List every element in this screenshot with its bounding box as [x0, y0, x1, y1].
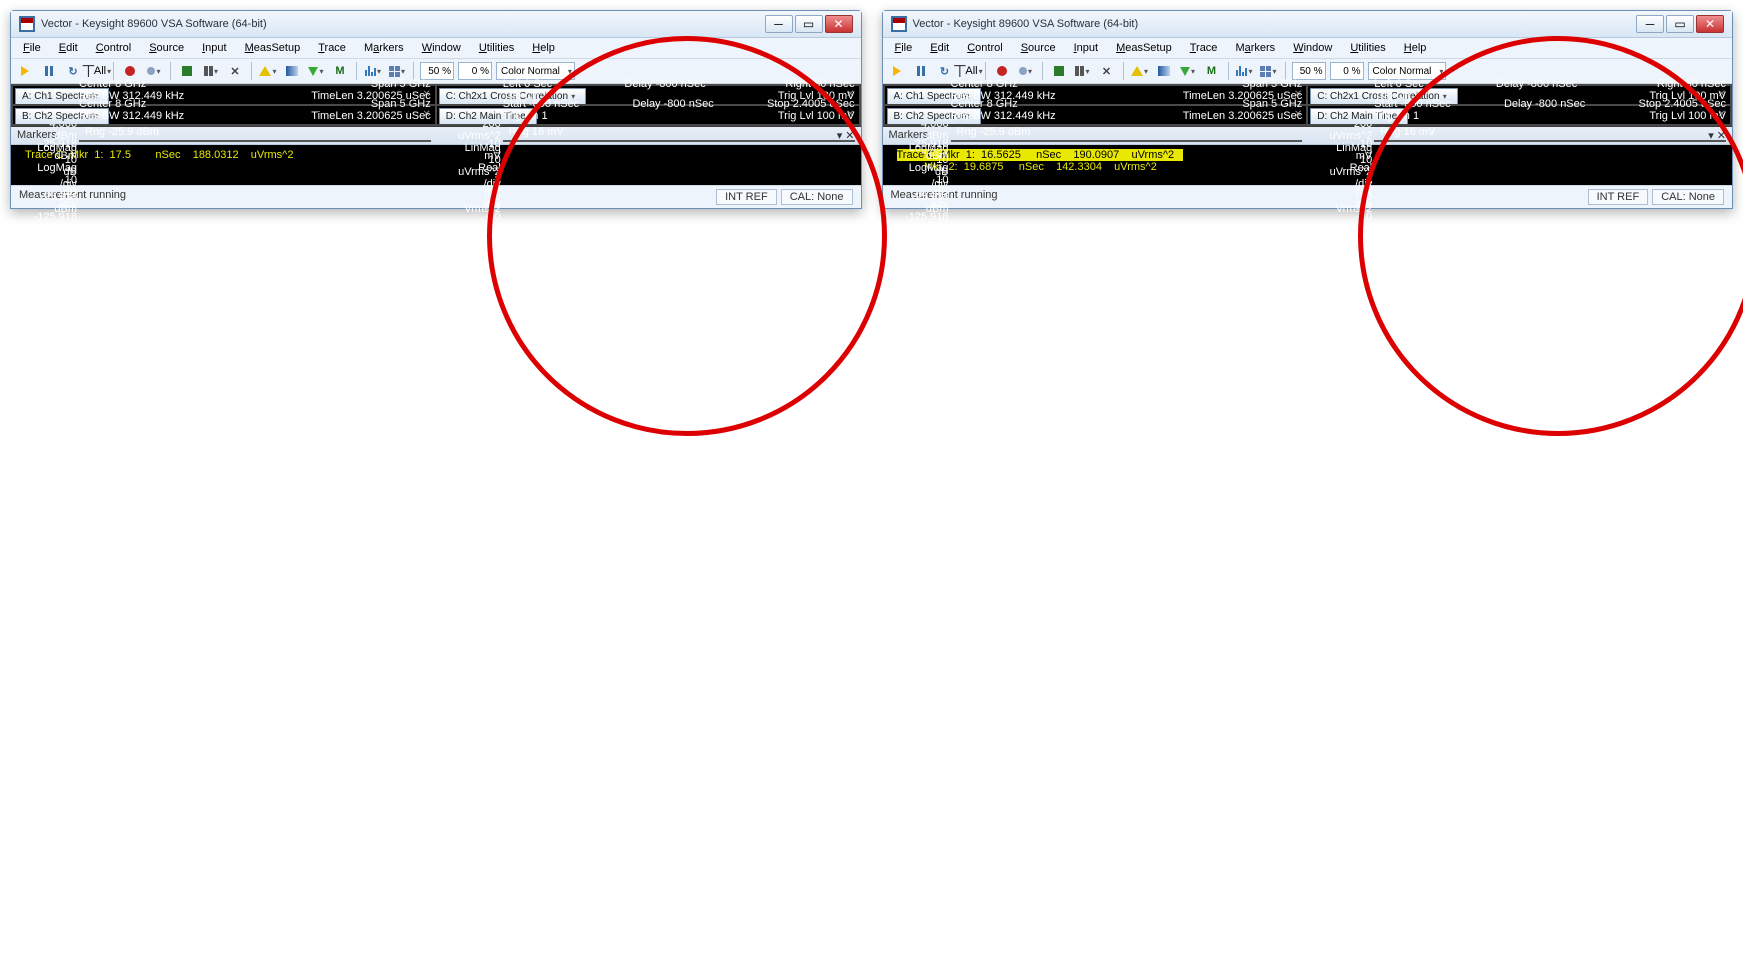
menu-help[interactable]: Help	[524, 40, 563, 56]
restart-icon: ↻	[940, 65, 949, 78]
pane-b[interactable]: B: Ch2 Spectrum ✕ Rng -25.9 dBm -25.918d…	[885, 106, 1307, 124]
gradient-icon	[1158, 66, 1170, 76]
split-icon	[204, 66, 213, 76]
pause-icon	[917, 66, 925, 76]
statusbar: Measurement running INT REF CAL: None	[11, 185, 861, 208]
status-cal: CAL: None	[1652, 189, 1724, 205]
grid-icon	[389, 66, 400, 77]
dot-icon	[147, 67, 155, 75]
autoscale-icon: ✕	[1102, 65, 1111, 78]
m-icon: M	[335, 65, 344, 77]
dot-icon	[1019, 67, 1027, 75]
close-button[interactable]: ✕	[1696, 15, 1724, 33]
plot-grid: A: Ch1 Spectrum ✕ Rng 4.05 dBm 4.066dBmL…	[11, 84, 861, 126]
menu-control[interactable]: Control	[959, 40, 1010, 56]
play-button[interactable]	[887, 61, 907, 81]
m-icon: M	[1207, 65, 1216, 77]
menu-trace[interactable]: Trace	[310, 40, 354, 56]
grid-icon	[1260, 66, 1271, 77]
menu-control[interactable]: Control	[88, 40, 139, 56]
menu-input[interactable]: Input	[194, 40, 234, 56]
menu-meassetup[interactable]: MeasSetup	[237, 40, 309, 56]
menu-edit[interactable]: Edit	[922, 40, 957, 56]
menu-file[interactable]: File	[887, 40, 921, 56]
opacity2-input[interactable]: 0 %	[458, 62, 492, 80]
pane-d[interactable]: D: Ch2 Main Time ✕ Rng 16 mV 10mVReal2mV…	[1308, 106, 1730, 124]
play-icon	[21, 66, 29, 76]
menubar: File Edit Control Source Input MeasSetup…	[11, 38, 861, 59]
record-icon	[125, 66, 135, 76]
pause-button[interactable]	[911, 61, 931, 81]
square-icon	[1054, 66, 1064, 76]
pane-b-footer: Center 8 GHzRes BW 312.449 kHzSpan 5 GHz…	[79, 98, 431, 122]
pane-b[interactable]: B: Ch2 Spectrum ✕ Rng -25.9 dBm -25.918d…	[13, 106, 435, 124]
pane-b-footer: Center 8 GHzRes BW 312.449 kHzSpan 5 GHz…	[951, 98, 1303, 122]
opacity2-input[interactable]: 0 %	[1330, 62, 1364, 80]
pane-d-plot[interactable]	[503, 140, 855, 142]
gradient-icon	[286, 66, 298, 76]
titlebar: Vector - Keysight 89600 VSA Software (64…	[11, 11, 861, 38]
maximize-button[interactable]: ▭	[795, 15, 823, 33]
app-window-right: Vector - Keysight 89600 VSA Software (64…	[882, 10, 1734, 209]
title-text: Vector - Keysight 89600 VSA Software (64…	[913, 18, 1637, 30]
trigger-icon: ⏉	[954, 63, 965, 79]
marker-icon	[308, 67, 318, 76]
app-window-left: Vector - Keysight 89600 VSA Software (64…	[10, 10, 862, 209]
menu-markers[interactable]: Markers	[356, 40, 412, 56]
menu-utilities[interactable]: Utilities	[471, 40, 522, 56]
maximize-button[interactable]: ▭	[1666, 15, 1694, 33]
app-icon	[891, 16, 907, 32]
menu-source[interactable]: Source	[141, 40, 192, 56]
menu-utilities[interactable]: Utilities	[1342, 40, 1393, 56]
marker-icon	[1180, 67, 1190, 76]
menu-trace[interactable]: Trace	[1182, 40, 1226, 56]
pane-b-plot[interactable]	[79, 140, 431, 142]
app-icon	[19, 16, 35, 32]
markers-table: Trace C Mkr 1: 17.5 nSec 188.0312 uVrms^…	[11, 145, 861, 185]
pane-d-range: Rng 16 mV	[1380, 126, 1435, 138]
menu-window[interactable]: Window	[414, 40, 469, 56]
pane-d-plot[interactable]	[1374, 140, 1726, 142]
pane-b-range: Rng -25.9 dBm	[957, 126, 1031, 138]
pause-button[interactable]	[39, 61, 59, 81]
status-intref: INT REF	[716, 189, 777, 205]
menu-meassetup[interactable]: MeasSetup	[1108, 40, 1180, 56]
pane-d-footer: Start -800 nSecTrig Ch 1Delay -800 nSecS…	[1374, 98, 1726, 122]
restart-icon: ↻	[68, 65, 77, 78]
status-cal: CAL: None	[781, 189, 853, 205]
pane-b-plot[interactable]	[951, 140, 1303, 142]
play-button[interactable]	[15, 61, 35, 81]
menu-file[interactable]: File	[15, 40, 49, 56]
pause-icon	[45, 66, 53, 76]
status-intref: INT REF	[1588, 189, 1649, 205]
statusbar: Measurement running INT REF CAL: None	[883, 185, 1733, 208]
record-icon	[997, 66, 1007, 76]
play-icon	[893, 66, 901, 76]
trigger-icon: ⏉	[83, 63, 94, 79]
menu-window[interactable]: Window	[1285, 40, 1340, 56]
titlebar: Vector - Keysight 89600 VSA Software (64…	[883, 11, 1733, 38]
menu-markers[interactable]: Markers	[1227, 40, 1283, 56]
menu-source[interactable]: Source	[1013, 40, 1064, 56]
pane-d[interactable]: D: Ch2 Main Time ✕ Rng 16 mV 10mVReal2mV…	[437, 106, 859, 124]
square-icon	[182, 66, 192, 76]
bars-icon	[365, 66, 376, 76]
pane-d-range: Rng 16 mV	[509, 126, 564, 138]
plot-grid: A: Ch1 Spectrum ✕ Rng 4.05 dBm 4.066dBmL…	[883, 84, 1733, 126]
menu-edit[interactable]: Edit	[51, 40, 86, 56]
autoscale-icon: ✕	[230, 65, 239, 78]
markers-table: Trace C Mkr 1: 16.5625 nSec 190.0907 uVr…	[883, 145, 1733, 185]
bars-icon	[1236, 66, 1247, 76]
minimize-button[interactable]: ─	[1636, 15, 1664, 33]
minimize-button[interactable]: ─	[765, 15, 793, 33]
menu-help[interactable]: Help	[1396, 40, 1435, 56]
menu-input[interactable]: Input	[1066, 40, 1106, 56]
split-icon	[1075, 66, 1084, 76]
pane-d-footer: Start -800 nSecTrig Ch 1Delay -800 nSecS…	[503, 98, 855, 122]
pane-b-range: Rng -25.9 dBm	[85, 126, 159, 138]
triangle-icon	[1131, 66, 1143, 76]
close-button[interactable]: ✕	[825, 15, 853, 33]
menubar: File Edit Control Source Input MeasSetup…	[883, 38, 1733, 59]
title-text: Vector - Keysight 89600 VSA Software (64…	[41, 18, 765, 30]
